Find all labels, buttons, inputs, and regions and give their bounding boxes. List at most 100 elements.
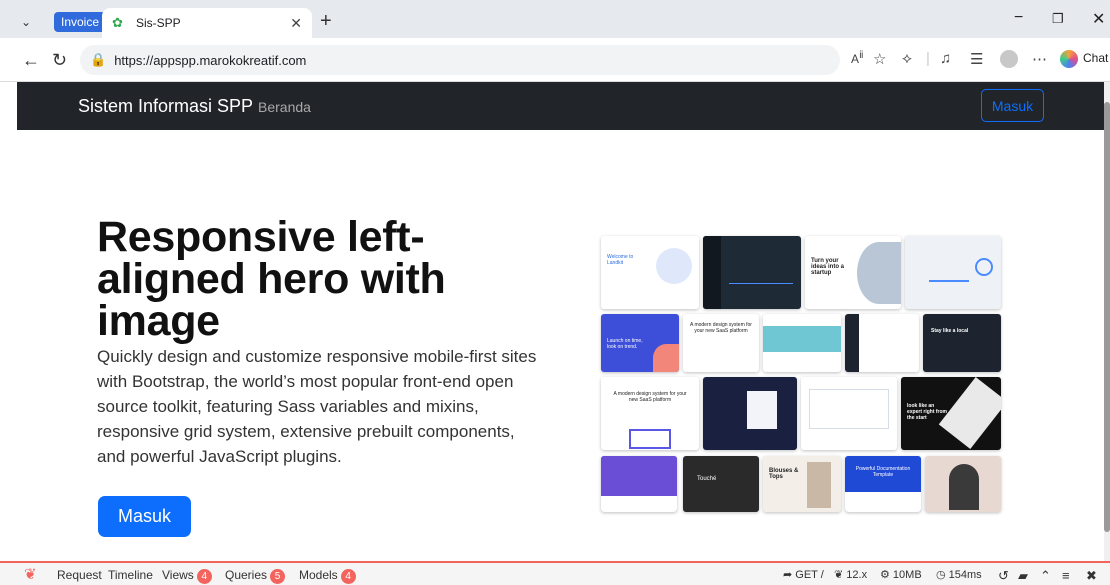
tile-frame xyxy=(629,429,671,449)
tile-photo xyxy=(857,242,901,304)
tile-caption: Blouses & Tops xyxy=(769,468,799,480)
tile-footer xyxy=(601,496,677,512)
page-scrollbar[interactable] xyxy=(1104,82,1110,562)
mosaic-tile xyxy=(601,456,677,512)
favorites-list-icon[interactable]: ☰ xyxy=(970,50,983,68)
memory-usage-label: 10MB xyxy=(892,569,922,581)
request-method-label: GET / xyxy=(795,569,824,581)
copilot-icon[interactable] xyxy=(1060,50,1078,68)
refresh-icon[interactable]: ↻ xyxy=(52,50,67,71)
tile-sidebar xyxy=(703,236,721,309)
mosaic-tile: Powerful Documentation Template xyxy=(845,456,921,512)
window-close-icon[interactable]: ✕ xyxy=(1092,9,1105,29)
mosaic-tile: look like an expert right from the start xyxy=(901,377,1001,450)
favorite-star-icon[interactable]: ☆ xyxy=(873,50,886,68)
media-music-icon[interactable]: ♫ xyxy=(940,50,951,67)
debug-tab-label: Views xyxy=(162,568,194,582)
mosaic-tile xyxy=(801,377,897,450)
settings-sliders-icon[interactable]: ≡ xyxy=(1062,568,1070,583)
debug-tab-models[interactable]: Models 4 xyxy=(299,568,356,584)
lock-icon: 🔒 xyxy=(90,52,107,67)
site-favicon-icon: ✿ xyxy=(112,15,123,30)
scrollbar-thumb[interactable] xyxy=(1104,102,1110,532)
tile-donut xyxy=(975,258,993,276)
tab-actions-chevron-down-icon[interactable]: ⌄ xyxy=(12,12,40,32)
minimize-icon[interactable]: − xyxy=(1014,9,1023,27)
mosaic-tile: Launch on time, look on trend. xyxy=(601,314,679,372)
maximize-chevron-up-icon[interactable]: ⌃ xyxy=(1040,568,1051,584)
mosaic-tile xyxy=(763,314,841,372)
navbar-brand[interactable]: Sistem Informasi SPP xyxy=(78,96,253,117)
debug-tab-timeline[interactable]: Timeline xyxy=(108,568,153,582)
hero-image: Welcome to Landkit Turn your ideas into … xyxy=(601,236,1001,514)
nav-link-home[interactable]: Beranda xyxy=(258,99,311,115)
browser-tab-active[interactable]: ✿ Sis-SPP ✕ xyxy=(102,8,312,38)
mosaic-tile: A modern design system for your new SaaS… xyxy=(601,377,699,450)
tab-title: Sis-SPP xyxy=(136,16,181,30)
read-aloud-icon[interactable]: Aⅱ xyxy=(851,50,864,66)
laravel-debugbar: ❦ Request Timeline Views 4 Queries 5 Model… xyxy=(0,561,1110,585)
clock-icon: ◷ xyxy=(936,569,949,581)
mosaic-tile xyxy=(845,314,919,372)
mosaic-tile: Blouses & Tops xyxy=(763,456,841,512)
navbar-login-button[interactable]: Masuk xyxy=(981,89,1044,122)
tile-caption: A modern design system for your new SaaS… xyxy=(613,391,687,403)
tab-close-icon[interactable]: ✕ xyxy=(290,15,302,32)
tile-caption: A modern design system for your new SaaS… xyxy=(690,322,752,334)
profile-avatar[interactable] xyxy=(1000,50,1018,68)
tile-photo xyxy=(938,377,1001,449)
hero-login-button[interactable]: Masuk xyxy=(98,496,191,537)
mosaic-tile xyxy=(703,377,797,450)
laravel-version-icon: ❦ xyxy=(834,569,847,581)
tile-caption: Welcome to Landkit xyxy=(607,254,634,266)
debug-tab-label: Models xyxy=(299,568,338,582)
chat-label[interactable]: Chat xyxy=(1083,51,1108,65)
browser-address-bar: ← ↻ 🔒 https://appspp.marokokreatif.com A… xyxy=(0,38,1110,82)
hero-lead-text: Quickly design and customize responsive … xyxy=(97,347,537,466)
tile-caption: look like an expert right from the start xyxy=(907,403,948,421)
mosaic-tile xyxy=(905,236,1001,309)
tile-device xyxy=(747,391,777,429)
views-count-badge: 4 xyxy=(196,569,212,584)
history-icon[interactable]: ↺ xyxy=(998,568,1009,584)
laravel-version-label: 12.x xyxy=(846,569,868,581)
request-duration-label: 154ms xyxy=(948,569,982,581)
extensions-puzzle-icon[interactable]: ⟡ xyxy=(902,50,912,67)
more-options-icon[interactable]: ⋯ xyxy=(1032,50,1047,68)
mosaic-tile xyxy=(703,236,801,309)
tile-caption: Turn your ideas into a startup xyxy=(811,258,845,276)
mosaic-tile: A modern design system for your new SaaS… xyxy=(683,314,759,372)
debug-tab-request[interactable]: Request xyxy=(57,568,102,582)
tile-caption: Powerful Documentation Template xyxy=(855,466,911,478)
site-navbar: Sistem Informasi SPP Beranda Masuk xyxy=(17,82,1104,130)
queries-count-badge: 5 xyxy=(270,569,286,584)
cogs-icon: ⚙ xyxy=(880,569,893,581)
new-tab-plus-icon[interactable]: + xyxy=(320,10,332,33)
debug-tab-queries[interactable]: Queries 5 xyxy=(225,568,286,584)
tile-illustration xyxy=(656,248,692,284)
tile-footer xyxy=(845,492,921,512)
tile-chart xyxy=(729,254,793,284)
tab-group-label[interactable]: Invoice xyxy=(54,12,107,32)
debugbar-close-icon[interactable]: ✖ xyxy=(1086,568,1097,584)
laravel-version: ❦ 12.x xyxy=(834,568,867,581)
url-field[interactable]: 🔒 https://appspp.marokokreatif.com xyxy=(80,45,840,75)
tile-caption: Launch on time, look on trend. xyxy=(607,338,643,350)
restore-icon[interactable]: ❐ xyxy=(1052,11,1064,27)
tile-chart xyxy=(929,262,969,282)
toolbar-divider: | xyxy=(926,50,930,67)
back-arrow-icon[interactable]: ← xyxy=(22,50,40,71)
laravel-logo-icon[interactable]: ❦ xyxy=(24,565,37,583)
mosaic-tile xyxy=(925,456,1001,512)
share-arrow-icon: ➦ xyxy=(783,569,796,581)
memory-usage: ⚙ 10MB xyxy=(880,568,922,581)
browser-tab-bar: ⌄ Invoice ✿ Sis-SPP ✕ + − ❐ ✕ xyxy=(0,0,1110,38)
tile-photo xyxy=(807,462,831,508)
tile-shape xyxy=(653,344,679,372)
mosaic-tile: Welcome to Landkit xyxy=(601,236,699,309)
open-folder-icon[interactable]: ▰ xyxy=(1018,568,1028,584)
request-duration: ◷ 154ms xyxy=(936,568,982,581)
debug-tab-views[interactable]: Views 4 xyxy=(162,568,212,584)
tile-band xyxy=(763,326,841,352)
request-method[interactable]: ➦ GET / xyxy=(783,568,824,581)
